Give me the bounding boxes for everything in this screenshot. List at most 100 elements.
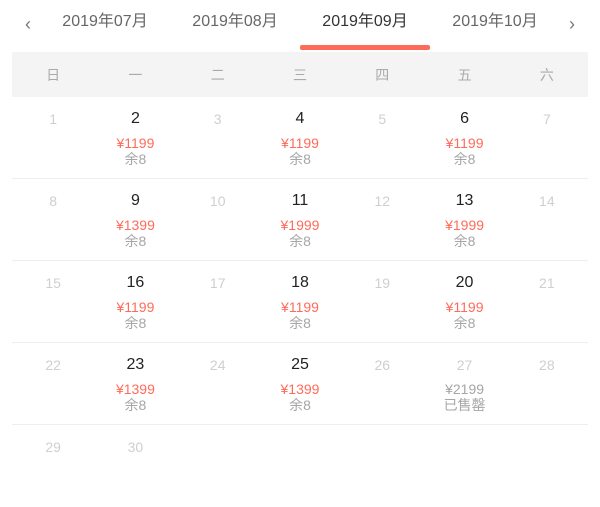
day-number: 2 [130,110,140,127]
day-price: ¥1399 [280,381,320,397]
day-cell[interactable]: 2 ¥1199 余8 [94,97,176,178]
tab-2019-08[interactable]: 2019年08月 [170,8,300,36]
remaining-stock: 余8 [453,233,476,249]
empty-day-cell [177,425,259,507]
day-number: 4 [295,110,305,127]
remaining-stock: 余8 [289,397,311,413]
day-cell: 1 [12,97,94,178]
day-price: ¥1399 [115,381,155,397]
day-cell: 30 [94,425,176,507]
calendar-grid: 1 2 ¥1199 余8 3 4 ¥1199 余8 5 6 ¥1199 余8 7 8 9 ¥1399 余8 10 1… [12,97,588,507]
day-number: 18 [291,274,309,291]
day-cell: 17 [177,261,259,342]
day-cell: 28 [506,343,588,424]
day-number: 13 [455,192,474,209]
day-price: ¥1199 [281,299,319,315]
day-price: ¥1199 [116,299,155,315]
day-number: 15 [45,275,61,291]
day-number: 6 [460,110,470,127]
weekday-sun: 日 [46,66,61,83]
day-price: ¥1199 [445,299,484,315]
day-cell: 10 [177,179,259,260]
day-price: ¥1199 [116,135,155,151]
day-cell: 8 [12,179,94,260]
remaining-stock: 余8 [289,233,311,249]
day-number: 20 [455,274,474,291]
day-cell: 14 [506,179,588,260]
day-number: 12 [374,193,391,209]
remaining-stock: 余8 [453,151,476,167]
month-tabs: ‹ 2019年07月 2019年08月 2019年09月 2019年10月 › [0,0,600,52]
day-number: 9 [130,192,140,209]
day-price: ¥1999 [280,217,320,233]
day-cell[interactable]: 13 ¥1999 余8 [423,179,505,260]
day-cell: 22 [12,343,94,424]
day-number: 25 [291,356,309,373]
day-cell: 15 [12,261,94,342]
day-number: 3 [213,111,222,127]
day-number: 23 [126,356,145,373]
remaining-stock: 余8 [124,151,147,167]
day-number: 28 [539,357,555,373]
remaining-stock: 余8 [289,315,311,331]
day-price: ¥1199 [281,135,319,151]
weekday-thu: 四 [375,66,390,83]
day-cell: 7 [506,97,588,178]
day-number: 14 [539,193,555,209]
day-cell[interactable]: 23 ¥1399 余8 [94,343,176,424]
day-cell: 27 ¥2199 已售罄 [423,343,505,424]
chevron-left-icon[interactable]: ‹ [16,12,40,36]
day-number: 16 [126,274,145,291]
day-cell[interactable]: 6 ¥1199 余8 [423,97,505,178]
day-cell: 3 [177,97,259,178]
weekday-wed: 三 [292,66,307,83]
remaining-stock: 余8 [124,233,147,249]
calendar-week-row: 22 23 ¥1399 余8 24 25 ¥1399 余8 26 27 ¥2199 已售罄 28 [12,343,588,425]
remaining-stock: 余8 [124,315,147,331]
day-number: 26 [374,357,391,373]
day-cell[interactable]: 25 ¥1399 余8 [259,343,341,424]
empty-day-cell [506,425,588,507]
weekday-fri: 五 [457,66,472,83]
day-cell: 29 [12,425,94,507]
empty-day-cell [423,425,505,507]
calendar-week-row: 1 2 ¥1199 余8 3 4 ¥1199 余8 5 6 ¥1199 余8 7 [12,97,588,179]
day-number: 10 [209,193,226,209]
day-cell[interactable]: 16 ¥1199 余8 [94,261,176,342]
day-cell: 26 [341,343,423,424]
day-cell: 12 [341,179,423,260]
day-cell[interactable]: 11 ¥1999 余8 [259,179,341,260]
calendar-week-row: 29 30 [12,425,588,507]
day-number: 1 [49,111,58,127]
day-price: ¥2199 [445,381,485,397]
chevron-right-icon[interactable]: › [560,12,584,36]
day-number: 27 [456,357,473,373]
day-number: 11 [291,192,309,209]
tab-2019-10[interactable]: 2019年10月 [430,8,560,36]
tab-2019-07[interactable]: 2019年07月 [40,8,170,36]
weekday-mon: 一 [128,66,143,83]
day-number: 17 [209,275,226,291]
empty-day-cell [341,425,423,507]
remaining-stock: 余8 [289,151,311,167]
day-cell[interactable]: 9 ¥1399 余8 [94,179,176,260]
day-cell[interactable]: 20 ¥1199 余8 [423,261,505,342]
tab-2019-09[interactable]: 2019年09月 [300,8,430,36]
day-cell: 21 [506,261,588,342]
day-number: 7 [542,111,551,127]
day-cell: 19 [341,261,423,342]
day-number: 5 [378,111,387,127]
day-price: ¥1999 [445,217,485,233]
day-cell: 5 [341,97,423,178]
calendar-week-row: 15 16 ¥1199 余8 17 18 ¥1199 余8 19 20 ¥1199 余8 21 [12,261,588,343]
day-number: 24 [209,357,226,373]
calendar-week-row: 8 9 ¥1399 余8 10 11 ¥1999 余8 12 13 ¥1999 余8 14 [12,179,588,261]
day-cell[interactable]: 18 ¥1199 余8 [259,261,341,342]
day-number: 19 [374,275,391,291]
weekday-sat: 六 [539,66,554,83]
day-cell: 24 [177,343,259,424]
remaining-stock: 余8 [453,315,476,331]
day-price: ¥1199 [445,135,484,151]
day-cell[interactable]: 4 ¥1199 余8 [259,97,341,178]
sold-out-label: 已售罄 [443,397,486,413]
